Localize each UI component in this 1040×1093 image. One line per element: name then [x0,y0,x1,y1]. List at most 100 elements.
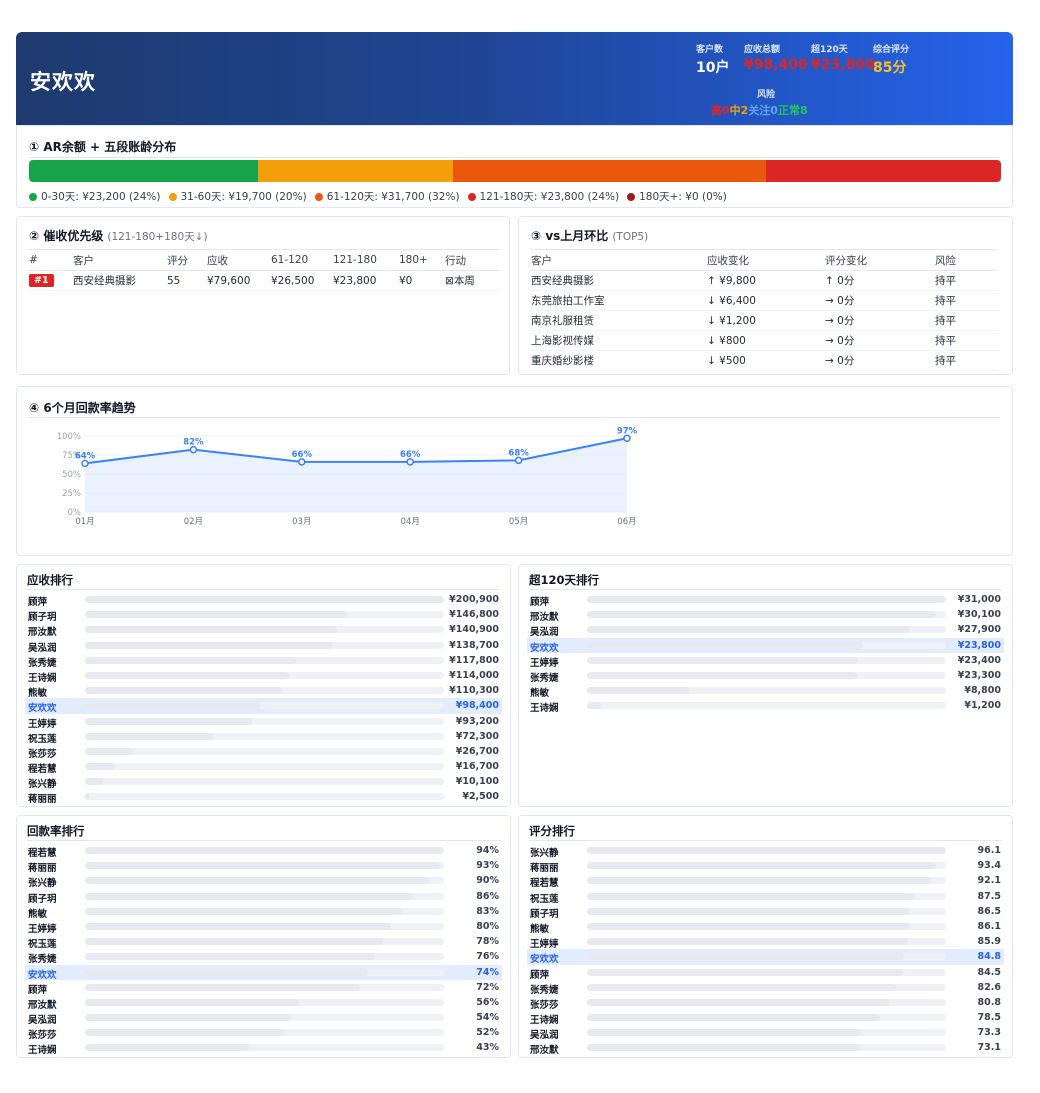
ranking-bar-fill [587,892,914,900]
table-row[interactable]: 南京礼服租赁 ↓ ¥1,200 → 0分 持平 [531,310,998,331]
ranking-row[interactable]: 张兴静 ¥10,100 [25,774,502,790]
ranking-bar-fill [587,953,904,961]
ranking-row[interactable]: 熊敏 ¥8,800 [527,683,1004,700]
ranking-row[interactable]: 王婷婷 ¥93,200 [25,714,502,730]
ranking-row[interactable]: 顾子玥 ¥146,800 [25,607,502,623]
ranking-value: ¥93,200 [455,715,499,727]
over120-ranking-list: 顾萍 ¥31,000 邢汝默 ¥30,100 吴泓润 ¥27,900 安欢欢 ¥23,800 王… [527,592,1004,714]
ranking-row[interactable]: 张兴静 96.1 [527,843,1004,859]
ranking-row[interactable]: 顾子玥 86% [25,889,502,905]
ranking-row[interactable]: 安欢欢 74% [25,964,502,981]
ranking-row[interactable]: 顾萍 ¥31,000 [527,592,1004,608]
ranking-row[interactable]: 王婷婷 85.9 [527,934,1004,950]
ranking-row[interactable]: 祝玉莲 87.5 [527,889,1004,905]
customer-name-title: 安欢欢 [30,70,96,94]
ranking-row[interactable]: 张秀婕 ¥23,300 [527,668,1004,684]
d180-cell: ¥0 [399,270,445,291]
ranking-bar-fill [85,626,337,634]
ranking-row[interactable]: 吴泓润 54% [25,1010,502,1026]
ranking-row[interactable]: 祝玉莲 ¥72,300 [25,729,502,745]
ranking-value: 73.1 [977,1042,1001,1054]
ranking-row[interactable]: 顾萍 ¥200,900 [25,592,502,608]
ranking-name: 王诗娴 [530,703,559,715]
ranking-value: ¥31,000 [957,594,1001,605]
table-row[interactable]: 东莞旅拍工作室 ↓ ¥6,400 → 0分 持平 [531,290,998,311]
ranking-row[interactable]: 蒋丽丽 93.4 [527,858,1004,874]
ar-change-cell: ↓ ¥1,200 [707,310,825,331]
aging-legend: 0-30天: ¥23,200 (24%) 31-60天: ¥19,700 (20%… [29,189,735,204]
ranking-row[interactable]: 邢汝默 ¥140,900 [25,622,502,638]
ranking-row[interactable]: 邢汝默 ¥30,100 [527,607,1004,623]
ranking-row[interactable]: 安欢欢 ¥23,800 [527,637,1004,654]
ranking-row[interactable]: 顾子玥 86.5 [527,904,1004,920]
ranking-row[interactable]: 顾萍 72% [25,980,502,996]
ranking-row[interactable]: 熊敏 ¥110,300 [25,683,502,699]
customer-cell: 南京礼服租赁 [531,310,707,331]
ranking-row[interactable]: 熊敏 86.1 [527,919,1004,935]
ranking-name: 熊敏 [530,688,550,700]
ranking-value: 93% [476,860,499,872]
y-tick-label: 25% [62,489,81,499]
ranking-row[interactable]: 张莎莎 ¥26,700 [25,744,502,760]
ranking-row[interactable]: 张莎莎 80.8 [527,995,1004,1011]
ranking-row[interactable]: 张莎莎 52% [25,1025,502,1041]
ranking-name: 吴泓润 [530,1030,559,1042]
stat-value-over120: ¥23,800 [811,57,875,73]
data-label: 82% [183,438,204,448]
ranking-bar-fill [587,1044,861,1052]
priority-table: # 客户 评分 应收 61-120 121-180 180+ 行动 #1 西安经… [29,249,499,291]
ranking-row[interactable]: 吴泓润 ¥27,900 [527,622,1004,638]
ranking-row[interactable]: 张秀婕 82.6 [527,980,1004,996]
ar-cell: ¥79,600 [207,270,271,291]
ranking-row[interactable]: 张兴静 90% [25,873,502,889]
ranking-row[interactable]: 邢汝默 73.1 [527,1040,1004,1056]
table-row[interactable]: #1 西安经典摄影 55 ¥79,600 ¥26,500 ¥23,800 ¥0 … [29,270,499,291]
table-row[interactable]: 重庆婚纱影楼 ↓ ¥500 → 0分 持平 [531,350,998,371]
table-row[interactable]: 上海影视传媒 ↓ ¥800 → 0分 持平 [531,330,998,351]
ranking-row[interactable]: 程若慧 ¥16,700 [25,759,502,775]
ranking-row[interactable]: 王诗娴 78.5 [527,1010,1004,1026]
ranking-bar-track [587,862,946,870]
ranking-row[interactable]: 程若慧 92.1 [527,873,1004,889]
ranking-value: 86.5 [977,905,1001,917]
risk-cell: 持平 [935,270,998,291]
ranking-row[interactable]: 张秀婕 76% [25,949,502,965]
ranking-row[interactable]: 王诗娴 ¥114,000 [25,668,502,684]
ranking-bar-fill [85,847,444,854]
ranking-row[interactable]: 王诗娴 ¥1,200 [527,698,1004,715]
aging-title: ① AR余额 + 五段账龄分布 [29,140,177,154]
ranking-row[interactable]: 安欢欢 ¥98,400 [25,698,502,714]
ranking-row[interactable]: 熊敏 83% [25,904,502,920]
ranking-row[interactable]: 王婷婷 ¥23,400 [527,653,1004,669]
ranking-row[interactable]: 程若慧 94% [25,843,502,859]
ranking-row[interactable]: 王婷婷 80% [25,919,502,935]
table-row[interactable]: 西安经典摄影 ↑ ¥9,800 ↑ 0分 持平 [531,270,998,291]
ranking-row[interactable]: 王诗娴 43% [25,1040,502,1056]
ranking-value: ¥1,200 [964,700,1001,712]
risk-part: 高0 [711,104,730,117]
ranking-row[interactable]: 安欢欢 84.8 [527,949,1004,965]
ranking-value: ¥98,400 [455,700,499,712]
ranking-value: ¥27,900 [957,624,1001,636]
action-icon: ⊠ [445,275,454,287]
action-cell[interactable]: ⊠本周 [445,270,499,291]
ranking-name: 熊敏 [530,923,550,935]
ranking-row[interactable]: 蒋丽丽 ¥2,500 [25,789,502,805]
ar-ranking-card: 应收排行 顾萍 ¥200,900 顾子玥 ¥146,800 邢汝默 ¥140,900 吴泓润… [16,564,511,807]
ranking-row[interactable]: 吴泓润 73.3 [527,1025,1004,1042]
ranking-value: ¥117,800 [449,654,499,666]
collection-priority-card: ② 催收优先级 (121-180+180天↓) # 客户 评分 应收 61-120… [16,216,510,375]
ranking-row[interactable]: 蒋丽丽 93% [25,858,502,874]
divider [529,840,1002,841]
ranking-value: 82.6 [977,981,1001,993]
ranking-value: ¥23,400 [957,654,1001,666]
ranking-name: 祝玉莲 [28,733,57,745]
ranking-name: 张秀婕 [530,672,559,684]
ranking-bar-fill [587,877,932,885]
ranking-row[interactable]: 顾萍 84.5 [527,965,1004,981]
ranking-row[interactable]: 邢汝默 56% [25,995,502,1011]
ranking-row[interactable]: 张秀婕 ¥117,800 [25,653,502,669]
ranking-value: 52% [476,1027,499,1039]
ranking-row[interactable]: 吴泓润 ¥138,700 [25,638,502,654]
ranking-row[interactable]: 祝玉莲 78% [25,934,502,950]
